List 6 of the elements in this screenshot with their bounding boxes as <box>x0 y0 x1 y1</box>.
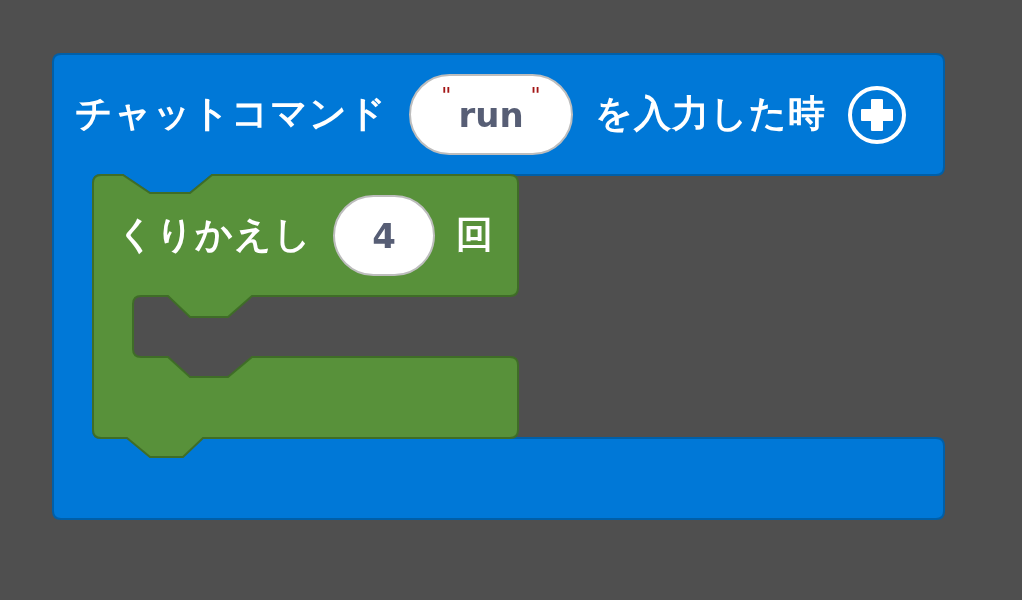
block-label: 回 <box>456 213 494 258</box>
block-label: くりかえし <box>117 213 312 258</box>
block-label: を入力した時 <box>595 92 826 137</box>
text-field[interactable]: " run " <box>409 74 573 155</box>
add-circle-icon[interactable] <box>848 85 906 144</box>
block-label: チャットコマンド <box>75 92 387 137</box>
